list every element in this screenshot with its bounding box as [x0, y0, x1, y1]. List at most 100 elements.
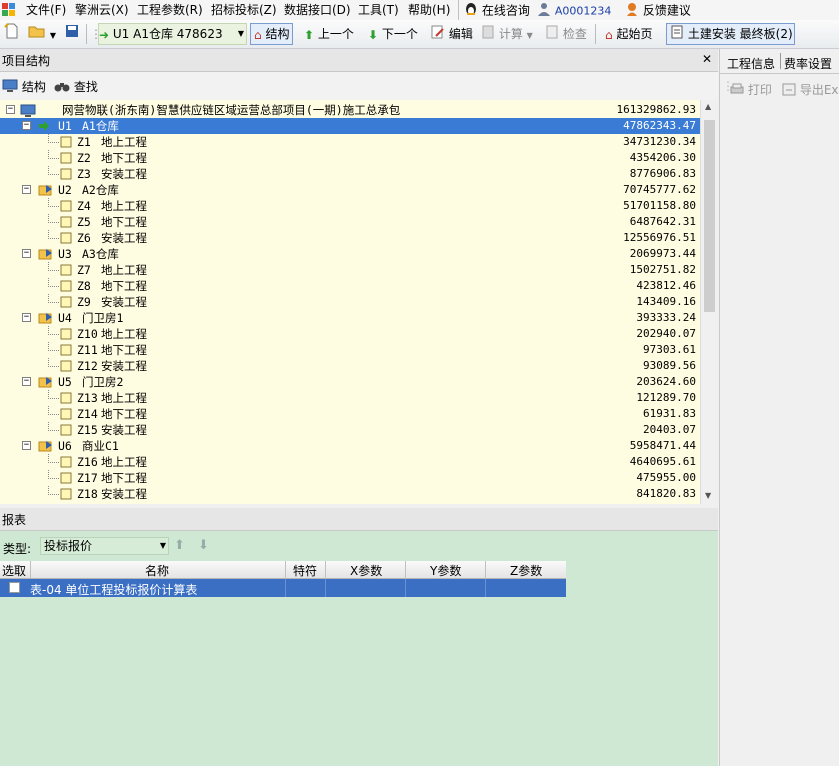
- folder-open-icon: [28, 23, 46, 46]
- new-button[interactable]: [4, 23, 20, 45]
- report-row-checkbox[interactable]: [9, 582, 20, 593]
- collapse-toggle-icon[interactable]: −: [22, 441, 31, 450]
- menu-project-params[interactable]: 工程参数(R): [137, 2, 203, 18]
- document-folder-icon: [60, 136, 72, 148]
- export-button[interactable]: 导出Ex: [782, 81, 839, 99]
- tree-item-row[interactable]: Z8 地下工程 423812.46: [0, 278, 700, 294]
- tree-item-row[interactable]: Z6 安装工程 12556976.51: [0, 230, 700, 246]
- previous-button[interactable]: ⬆ 上一个: [304, 23, 354, 45]
- save-button[interactable]: [64, 23, 80, 45]
- tree-unit-name: A1仓库: [82, 119, 119, 133]
- tree-vertical-scrollbar[interactable]: ▲ ▼: [700, 100, 719, 504]
- tree-unit-row[interactable]: − U1 A1仓库 47862343.47: [0, 118, 700, 134]
- tree-item-value: 12556976.51: [623, 231, 696, 244]
- unit-selector-dropdown[interactable]: ➜ U1 A1仓库 478623 ▼: [98, 23, 247, 45]
- next-button[interactable]: ⬇ 下一个: [368, 23, 418, 45]
- collapse-toggle-icon[interactable]: −: [22, 185, 31, 194]
- tree-item-row[interactable]: Z11 地下工程 97303.61: [0, 342, 700, 358]
- tree-item-row[interactable]: Z15 安装工程 20403.07: [0, 422, 700, 438]
- open-dropdown-arrow-icon[interactable]: ▼: [50, 31, 56, 40]
- tree-root-row[interactable]: − 网营物联(浙东南)智慧供应链区域运营总部项目(一期)施工总承包 16132986…: [0, 102, 700, 118]
- tree-item-row[interactable]: Z16 地上工程 4640695.61: [0, 454, 700, 470]
- tree-connector: [48, 358, 59, 367]
- check-document-icon: [545, 24, 559, 46]
- tree-item-row[interactable]: Z5 地下工程 6487642.31: [0, 214, 700, 230]
- menu-data-interface[interactable]: 数据接口(D): [284, 2, 351, 18]
- tab-rate-settings[interactable]: 费率设置: [784, 55, 832, 72]
- menu-cloud[interactable]: 擎洲云(X): [75, 2, 129, 18]
- tree-unit-row[interactable]: − U6 商业C1 5958471.44: [0, 438, 700, 454]
- tree-item-row[interactable]: Z4 地上工程 51701158.80: [0, 198, 700, 214]
- tree-unit-value: 47862343.47: [623, 119, 696, 132]
- menu-tools[interactable]: 工具(T): [358, 2, 399, 18]
- col-select: 选取: [2, 564, 27, 578]
- document-folder-icon: [60, 472, 72, 484]
- tree-unit-row[interactable]: − U4 门卫房1 393333.24: [0, 310, 700, 326]
- structure-button[interactable]: ⌂ 结构: [250, 23, 294, 45]
- home-icon: ⌂: [605, 27, 613, 42]
- online-consult-link[interactable]: 在线咨询: [464, 2, 530, 18]
- check-button[interactable]: 检查: [545, 23, 587, 45]
- calculate-button[interactable]: 计算 ▼: [481, 23, 533, 45]
- close-icon[interactable]: ✕: [702, 52, 712, 66]
- scrollbar-thumb[interactable]: [704, 120, 715, 312]
- tree-item-value: 4640695.61: [629, 455, 696, 468]
- tree-item-row[interactable]: Z3 安装工程 8776906.83: [0, 166, 700, 182]
- start-page-button[interactable]: ⌂ 起始页: [605, 23, 652, 45]
- tree-item-row[interactable]: Z9 安装工程 143409.16: [0, 294, 700, 310]
- collapse-toggle-icon[interactable]: −: [22, 377, 31, 386]
- edit-button[interactable]: 编辑: [431, 23, 473, 45]
- tree-unit-row[interactable]: − U2 A2仓库 70745777.62: [0, 182, 700, 198]
- unit-selector-value: U1 A1仓库 478623: [112, 27, 223, 41]
- tree-connector: [48, 278, 59, 287]
- print-button[interactable]: 打印: [730, 81, 772, 99]
- tree-item-row[interactable]: Z18 安装工程 841820.83: [0, 486, 700, 502]
- collapse-toggle-icon[interactable]: −: [22, 121, 31, 130]
- open-button[interactable]: ▼: [28, 23, 56, 45]
- tree-item-code: Z11: [77, 343, 98, 357]
- collapse-toggle-icon[interactable]: −: [22, 249, 31, 258]
- collapse-toggle-icon[interactable]: −: [6, 105, 15, 114]
- tree-item-row[interactable]: Z14 地下工程 61931.83: [0, 406, 700, 422]
- move-down-icon[interactable]: ⬇: [198, 538, 209, 553]
- tree-item-row[interactable]: Z17 地下工程 475955.00: [0, 470, 700, 486]
- calculate-dropdown-icon[interactable]: ▼: [527, 31, 533, 40]
- scroll-up-arrow-icon[interactable]: ▲: [705, 102, 711, 111]
- tree-item-value: 1502751.82: [629, 263, 696, 276]
- collapse-toggle-icon[interactable]: −: [22, 313, 31, 322]
- tree-item-row[interactable]: Z10 地上工程 202940.07: [0, 326, 700, 342]
- structure-view-button[interactable]: 结构: [2, 78, 46, 96]
- menu-help[interactable]: 帮助(H): [408, 2, 450, 18]
- tree-unit-row[interactable]: − U3 A3仓库 2069973.44: [0, 246, 700, 262]
- feedback-link[interactable]: 反馈建议: [625, 2, 691, 18]
- document-folder-icon: [60, 488, 72, 500]
- tree-connector: [48, 198, 59, 207]
- tree-item-row[interactable]: Z7 地上工程 1502751.82: [0, 262, 700, 278]
- tree-item-name: 地上工程: [101, 135, 147, 149]
- tree-item-name: 地下工程: [101, 343, 147, 357]
- app-icon: [1, 1, 21, 17]
- menu-bidding[interactable]: 招标投标(Z): [211, 2, 277, 18]
- tree-item-row[interactable]: Z13 地上工程 121289.70: [0, 390, 700, 406]
- tree-item-value: 475955.00: [636, 471, 696, 484]
- table-row[interactable]: 表-04 单位工程投标报价计算表: [0, 579, 566, 597]
- previous-label: 上一个: [317, 27, 354, 41]
- tree-item-value: 93089.56: [643, 359, 696, 372]
- start-page-label: 起始页: [616, 27, 653, 41]
- tab-project-info[interactable]: 工程信息: [727, 55, 775, 72]
- document-folder-icon: [60, 296, 72, 308]
- scroll-down-arrow-icon[interactable]: ▼: [705, 491, 711, 500]
- home-icon: ⌂: [254, 27, 262, 42]
- user-account[interactable]: A0001234: [537, 2, 611, 18]
- find-button[interactable]: 查找: [54, 78, 98, 96]
- tree-item-row[interactable]: Z1 地上工程 34731230.34: [0, 134, 700, 150]
- tree-item-row[interactable]: Z12 安装工程 93089.56: [0, 358, 700, 374]
- move-up-icon[interactable]: ⬆: [174, 538, 185, 553]
- tree-item-row[interactable]: Z2 地下工程 4354206.30: [0, 150, 700, 166]
- right-tabs: 工程信息 费率设置: [720, 49, 839, 74]
- version-tab[interactable]: 土建安装 最终板(2): [666, 23, 795, 45]
- tree-unit-row[interactable]: − U5 门卫房2 203624.60: [0, 374, 700, 390]
- document-folder-icon: [60, 168, 72, 180]
- report-type-select[interactable]: 投标报价 ▼: [40, 537, 169, 555]
- menu-file[interactable]: 文件(F): [26, 2, 66, 18]
